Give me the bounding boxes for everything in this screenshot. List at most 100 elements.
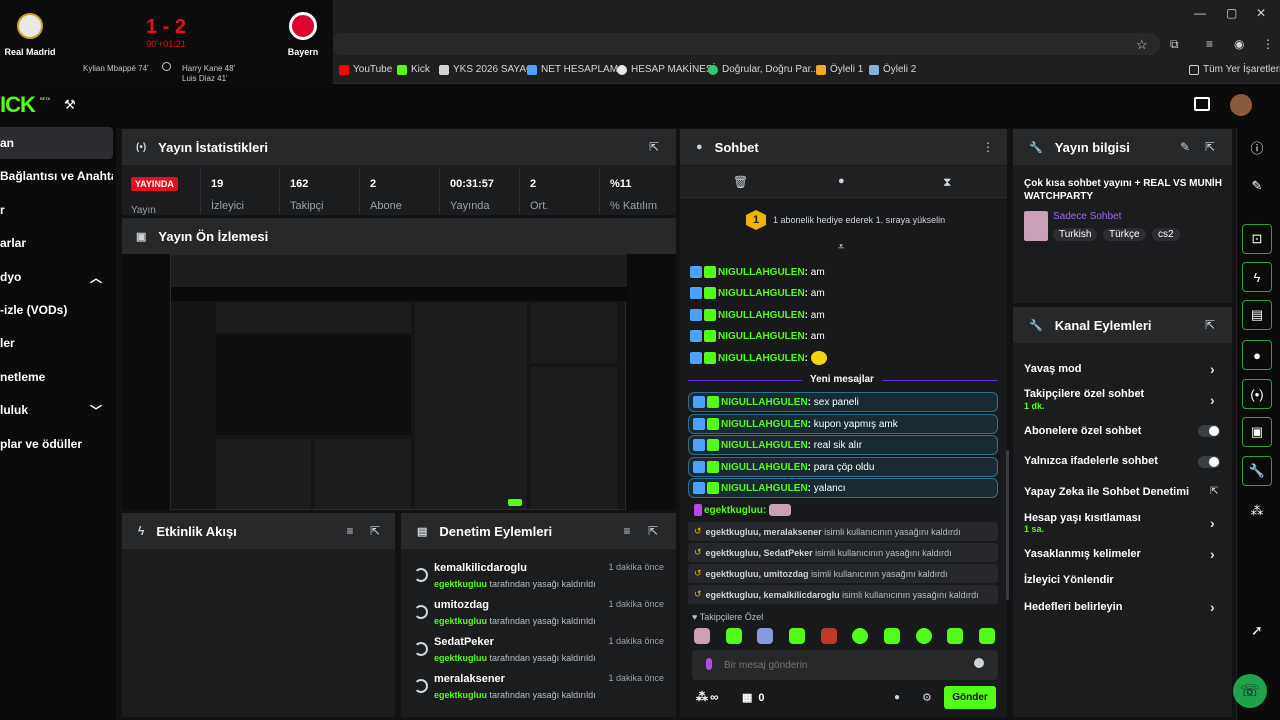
maximize-icon[interactable]: ▢ bbox=[1226, 6, 1237, 20]
chat-username[interactable]: NIGULLAHGULEN bbox=[718, 288, 805, 299]
emote-icon[interactable] bbox=[852, 628, 868, 644]
filter-icon[interactable]: ≡ bbox=[619, 523, 635, 539]
sidebar-item-active[interactable]: an bbox=[0, 127, 113, 159]
chevron-right-icon[interactable]: › bbox=[1210, 599, 1215, 615]
gift-banner[interactable]: 1 abonelik hediye ederek 1. sıraya yükse… bbox=[773, 215, 945, 225]
edit-icon[interactable]: ✎ bbox=[1242, 171, 1272, 201]
profile-icon[interactable]: ◉ bbox=[1234, 37, 1244, 51]
bookmark-dogrular[interactable]: Doğrular, Doğru Par... bbox=[708, 64, 819, 75]
bookmark-calculator[interactable]: HESAP MAKİNESİ bbox=[617, 64, 715, 75]
edit-icon[interactable]: ✎ bbox=[1177, 139, 1193, 155]
sidebar-item[interactable]: r bbox=[0, 194, 113, 226]
document-icon[interactable]: ▤ bbox=[1242, 300, 1272, 330]
moderation-user[interactable]: SedatPeker bbox=[434, 636, 494, 648]
add-widget-icon[interactable]: ⁂ bbox=[1242, 496, 1272, 526]
close-icon[interactable]: ✕ bbox=[1256, 6, 1266, 20]
moderator-view-icon[interactable] bbox=[1194, 97, 1210, 111]
chat-username[interactable]: NIGULLAHGULEN bbox=[721, 440, 808, 451]
subs-indicator[interactable]: ▦ 0 bbox=[742, 691, 765, 705]
emote-icon[interactable] bbox=[757, 628, 773, 644]
chat-username[interactable]: NIGULLAHGULEN bbox=[721, 419, 808, 430]
sidebar-item[interactable]: arlar bbox=[0, 227, 113, 259]
emoji-icon[interactable] bbox=[974, 658, 984, 668]
popout-icon[interactable]: ⇱ bbox=[646, 139, 662, 155]
sidebar-item[interactable]: luluk ﹀ bbox=[0, 394, 113, 426]
bookmark-oyleli-2[interactable]: Öyleli 2 bbox=[869, 64, 916, 75]
gear-icon[interactable]: ⚙ bbox=[922, 691, 932, 704]
scroll-down-icon[interactable]: ⩡ bbox=[838, 241, 844, 254]
chat-bubble-icon[interactable]: ● bbox=[1242, 340, 1272, 370]
chevron-right-icon[interactable]: › bbox=[1210, 361, 1215, 377]
chat-username[interactable]: NIGULLAHGULEN bbox=[718, 331, 805, 342]
popout-icon[interactable]: ⇱ bbox=[1202, 139, 1218, 155]
sidebar-item-studio[interactable]: dyo ︿ bbox=[0, 261, 113, 293]
moderation-user[interactable]: meralaksener bbox=[434, 673, 505, 685]
chat-username[interactable]: NIGULLAHGULEN bbox=[721, 462, 808, 473]
emote-icon[interactable] bbox=[947, 628, 963, 644]
subscribers-only-toggle[interactable] bbox=[1198, 425, 1220, 437]
popout-icon[interactable]: ⇱ bbox=[367, 523, 383, 539]
sidebar-item-rewards[interactable]: plar ve ödüller bbox=[0, 428, 113, 460]
moderation-user[interactable]: kemalkilicdaroglu bbox=[434, 562, 527, 574]
kebab-menu-icon[interactable]: ⋮ bbox=[1262, 37, 1274, 51]
emote-icon[interactable] bbox=[694, 628, 710, 644]
action-emotes-only[interactable]: Yalnızca ifadelerle sohbet bbox=[1024, 455, 1158, 467]
bookmark-net[interactable]: NET HESAPLAMA bbox=[527, 64, 625, 75]
chat-username[interactable]: NIGULLAHGULEN bbox=[721, 483, 808, 494]
chat-username[interactable]: egektkugluu: bbox=[704, 505, 766, 516]
extensions-icon[interactable]: ⧉ bbox=[1170, 37, 1179, 52]
support-chat-icon[interactable]: ☏ bbox=[1233, 674, 1267, 708]
moderation-user[interactable]: umitozdag bbox=[434, 599, 489, 611]
send-button[interactable]: Gönder bbox=[944, 686, 996, 709]
broadcast-icon[interactable]: (•) bbox=[1242, 379, 1272, 409]
emote-icon[interactable] bbox=[979, 628, 995, 644]
popout-icon[interactable]: ⇱ bbox=[645, 523, 661, 539]
emote-icon[interactable] bbox=[884, 628, 900, 644]
filter-icon[interactable]: ≡ bbox=[342, 523, 358, 539]
action-raid[interactable]: İzleyici Yönlendir bbox=[1024, 574, 1114, 586]
chat-scrollbar[interactable] bbox=[1006, 450, 1009, 600]
bookmark-kick[interactable]: Kick bbox=[397, 64, 430, 75]
points-indicator[interactable]: ⁂ ∞ bbox=[696, 690, 719, 704]
tag-chip[interactable]: Turkish bbox=[1053, 228, 1098, 241]
sidebar-item[interactable]: ler bbox=[0, 327, 113, 359]
address-bar[interactable] bbox=[330, 33, 1160, 55]
minimize-icon[interactable]: — bbox=[1194, 6, 1206, 20]
emote-icon[interactable] bbox=[726, 628, 742, 644]
kick-logo[interactable]: ICK bbox=[0, 92, 36, 118]
category-link[interactable]: Sadece Sohbet bbox=[1053, 211, 1121, 222]
chat-username[interactable]: NIGULLAHGULEN bbox=[718, 353, 805, 364]
info-icon[interactable]: ⓘ bbox=[1242, 132, 1272, 162]
emote-icon[interactable] bbox=[789, 628, 805, 644]
bookmark-oyleli-1[interactable]: Öyleli 1 bbox=[816, 64, 863, 75]
monitor-icon[interactable]: ▣ bbox=[1242, 417, 1272, 447]
action-slow-mode[interactable]: Yavaş mod bbox=[1024, 363, 1081, 375]
action-ai-moderation[interactable]: Yapay Zeka ile Sohbet Denetimi bbox=[1024, 486, 1189, 498]
menu-lines-icon[interactable]: ≡ bbox=[1206, 37, 1213, 51]
tag-chip[interactable]: cs2 bbox=[1152, 228, 1180, 241]
hourglass-icon[interactable]: ⧗ bbox=[943, 175, 951, 190]
action-followers-only[interactable]: Takipçilere özel sohbet bbox=[1024, 388, 1144, 400]
avatar[interactable] bbox=[1230, 94, 1252, 116]
chevron-right-icon[interactable]: › bbox=[1210, 546, 1215, 562]
trash-icon[interactable]: 🗑 bbox=[733, 175, 748, 189]
camera-icon[interactable]: ⊡ bbox=[1242, 224, 1272, 254]
lightning-icon[interactable]: ϟ bbox=[1242, 262, 1272, 292]
chat-username[interactable]: NIGULLAHGULEN bbox=[718, 310, 805, 321]
hammer-icon[interactable]: ⚒ bbox=[64, 97, 76, 113]
popout-icon[interactable]: ⇱ bbox=[1202, 317, 1218, 333]
action-banned-words[interactable]: Yasaklanmış kelimeler bbox=[1024, 548, 1141, 560]
emote-icon[interactable] bbox=[916, 628, 932, 644]
sidebar-item[interactable]: netleme bbox=[0, 361, 113, 393]
stream-preview-video[interactable] bbox=[170, 254, 627, 510]
sidebar-item-connection[interactable]: Bağlantısı ve Anahtarı bbox=[0, 160, 113, 192]
star-icon[interactable]: ☆ bbox=[1136, 37, 1148, 53]
chat-input[interactable] bbox=[724, 655, 964, 675]
external-link-icon[interactable]: ⇱ bbox=[1210, 486, 1218, 497]
bookmark-youtube[interactable]: YouTube bbox=[339, 64, 392, 75]
kebab-menu-icon[interactable]: ⋮ bbox=[980, 139, 996, 155]
tag-chip[interactable]: Türkçe bbox=[1103, 228, 1146, 241]
sidebar-item-vods[interactable]: -izle (VODs) bbox=[0, 294, 113, 326]
chat-bubble-icon[interactable]: ● bbox=[894, 692, 900, 703]
bookmark-yks[interactable]: YKS 2026 SAYAÇ bbox=[439, 64, 533, 75]
